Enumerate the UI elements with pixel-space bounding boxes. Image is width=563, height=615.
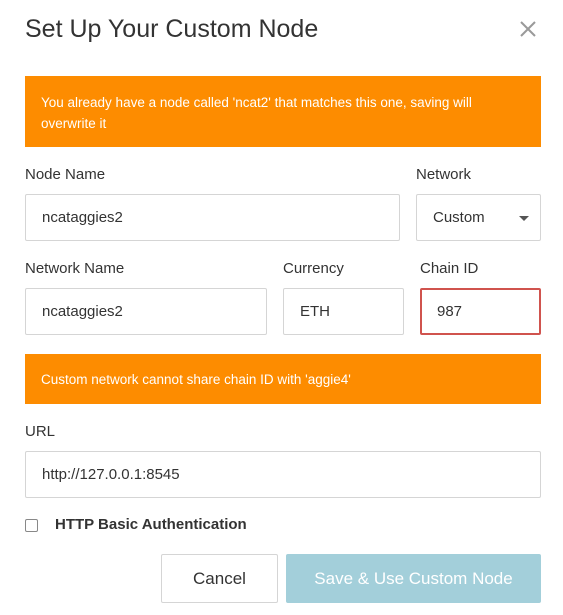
node-name-input[interactable] bbox=[25, 194, 400, 241]
network-select-value: Custom bbox=[433, 209, 485, 226]
http-auth-label: HTTP Basic Authentication bbox=[55, 516, 247, 533]
duplicate-node-warning-text: You already have a node called 'ncat2' t… bbox=[41, 95, 472, 131]
close-button[interactable] bbox=[515, 16, 541, 42]
network-select[interactable]: Custom bbox=[416, 194, 541, 241]
currency-label: Currency bbox=[283, 260, 344, 277]
chain-id-warning-text: Custom network cannot share chain ID wit… bbox=[41, 371, 351, 387]
network-name-label: Network Name bbox=[25, 260, 125, 277]
currency-input[interactable] bbox=[283, 288, 404, 335]
url-input[interactable] bbox=[25, 451, 541, 498]
network-label: Network bbox=[416, 166, 472, 183]
http-auth-checkbox[interactable] bbox=[25, 519, 38, 532]
chain-id-input[interactable] bbox=[420, 288, 541, 335]
chain-id-warning: Custom network cannot share chain ID wit… bbox=[25, 354, 541, 404]
node-name-label: Node Name bbox=[25, 166, 106, 183]
save-custom-node-button[interactable]: Save & Use Custom Node bbox=[286, 554, 541, 603]
duplicate-node-warning: You already have a node called 'ncat2' t… bbox=[25, 76, 541, 147]
cancel-button[interactable]: Cancel bbox=[161, 554, 278, 603]
close-icon bbox=[520, 21, 536, 37]
network-name-input[interactable] bbox=[25, 288, 267, 335]
url-label: URL bbox=[25, 423, 56, 440]
dialog-title: Set Up Your Custom Node bbox=[25, 15, 319, 43]
chevron-down-icon bbox=[519, 216, 529, 221]
chain-id-label: Chain ID bbox=[420, 260, 479, 277]
